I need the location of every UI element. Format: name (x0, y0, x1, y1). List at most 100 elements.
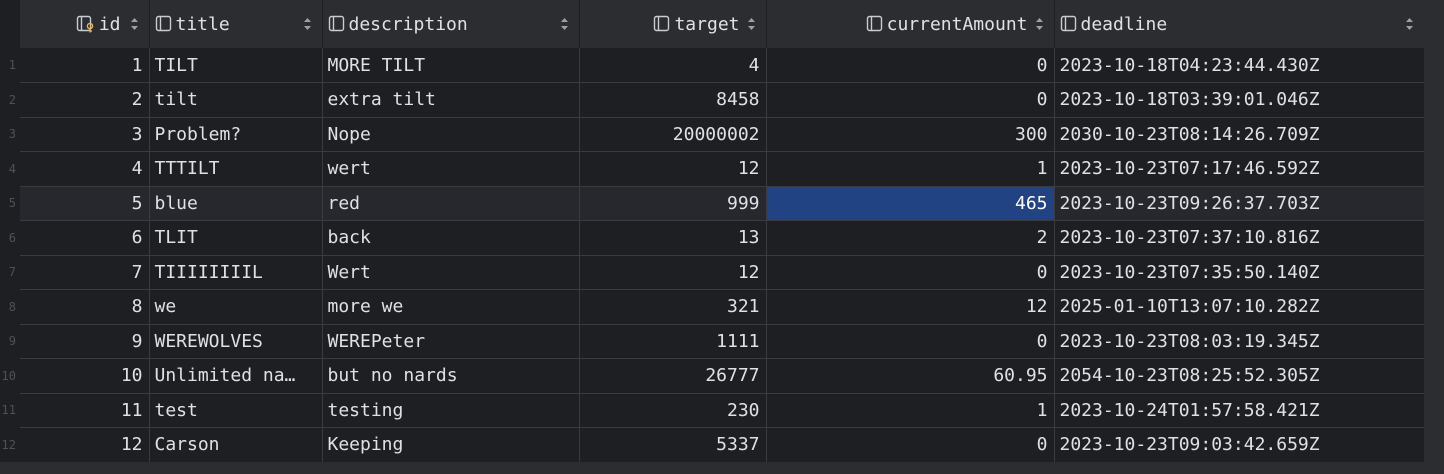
cell-title[interactable]: Unlimited na… (149, 358, 323, 394)
cell-target[interactable]: 230 (579, 393, 767, 428)
sort-icon[interactable] (747, 16, 756, 32)
cell-title[interactable]: tilt (149, 82, 323, 118)
sort-icon[interactable] (303, 16, 312, 32)
cell-id[interactable]: 3 (20, 117, 150, 152)
cell-title[interactable]: TLIT (149, 220, 323, 256)
horizontal-scrollbar[interactable] (0, 462, 1424, 474)
cell-currentamount[interactable]: 0 (766, 82, 1055, 118)
row-number[interactable]: 12 (0, 428, 16, 462)
row-number[interactable]: 2 (0, 83, 16, 117)
cell-deadline[interactable]: 2030-10-23T08:14:26.709Z (1054, 117, 1425, 152)
cell-target[interactable]: 321 (579, 289, 767, 325)
table-row[interactable]: 9 WEREWOLVES WEREPeter 1111 0 2023-10-23… (20, 324, 1425, 359)
row-number[interactable]: 11 (0, 393, 16, 427)
cell-deadline[interactable]: 2054-10-23T08:25:52.305Z (1054, 358, 1425, 394)
sort-icon[interactable] (1405, 16, 1414, 32)
cell-id[interactable]: 11 (20, 393, 150, 428)
column-header-id[interactable]: id (20, 0, 150, 48)
table-row[interactable]: 2 tilt extra tilt 8458 0 2023-10-18T03:3… (20, 82, 1425, 118)
cell-id[interactable]: 6 (20, 220, 150, 256)
cell-title[interactable]: test (149, 393, 323, 428)
row-number[interactable]: 6 (0, 221, 16, 255)
cell-id[interactable]: 9 (20, 324, 150, 359)
cell-deadline[interactable]: 2023-10-23T08:03:19.345Z (1054, 324, 1425, 359)
cell-id[interactable]: 8 (20, 289, 150, 325)
cell-target[interactable]: 4 (579, 48, 767, 83)
cell-description[interactable]: testing (322, 393, 580, 428)
cell-title[interactable]: TIIIIIIIIL (149, 255, 323, 290)
row-number[interactable]: 9 (0, 324, 16, 358)
cell-description[interactable]: Keeping (322, 427, 580, 463)
cell-id[interactable]: 2 (20, 82, 150, 118)
column-header-deadline[interactable]: deadline (1054, 0, 1425, 48)
cell-description[interactable]: back (322, 220, 580, 256)
cell-id[interactable]: 4 (20, 151, 150, 187)
cell-deadline[interactable]: 2023-10-23T07:35:50.140Z (1054, 255, 1425, 290)
cell-id[interactable]: 5 (20, 186, 150, 221)
cell-currentamount[interactable]: 1 (766, 151, 1055, 187)
cell-description[interactable]: but no nards (322, 358, 580, 394)
cell-target[interactable]: 8458 (579, 82, 767, 118)
sort-icon[interactable] (130, 16, 139, 32)
row-number[interactable]: 1 (0, 48, 16, 82)
cell-description[interactable]: wert (322, 151, 580, 187)
column-header-currentamount[interactable]: currentAmount (766, 0, 1055, 48)
table-row[interactable]: 8 we more we 321 12 2025-01-10T13:07:10.… (20, 289, 1425, 325)
cell-target[interactable]: 999 (579, 186, 767, 221)
cell-currentamount[interactable]: 12 (766, 289, 1055, 325)
cell-deadline[interactable]: 2023-10-23T09:03:42.659Z (1054, 427, 1425, 463)
cell-id[interactable]: 7 (20, 255, 150, 290)
cell-target[interactable]: 26777 (579, 358, 767, 394)
cell-id[interactable]: 1 (20, 48, 150, 83)
cell-deadline[interactable]: 2023-10-23T07:37:10.816Z (1054, 220, 1425, 256)
row-number[interactable]: 3 (0, 117, 16, 151)
cell-description[interactable]: red (322, 186, 580, 221)
cell-currentamount[interactable]: 0 (766, 324, 1055, 359)
cell-id[interactable]: 12 (20, 427, 150, 463)
row-number[interactable]: 7 (0, 255, 16, 289)
table-row[interactable]: 12 Carson Keeping 5337 0 2023-10-23T09:0… (20, 427, 1425, 463)
cell-description[interactable]: extra tilt (322, 82, 580, 118)
row-number[interactable]: 4 (0, 152, 16, 186)
cell-currentamount-selected[interactable]: 465 (766, 186, 1055, 221)
cell-target[interactable]: 5337 (579, 427, 767, 463)
cell-title[interactable]: Problem? (149, 117, 323, 152)
cell-currentamount[interactable]: 0 (766, 255, 1055, 290)
cell-title[interactable]: we (149, 289, 323, 325)
cell-id[interactable]: 10 (20, 358, 150, 394)
cell-deadline[interactable]: 2025-01-10T13:07:10.282Z (1054, 289, 1425, 325)
cell-title[interactable]: Carson (149, 427, 323, 463)
cell-deadline[interactable]: 2023-10-24T01:57:58.421Z (1054, 393, 1425, 428)
cell-currentamount[interactable]: 0 (766, 48, 1055, 83)
cell-description[interactable]: MORE TILT (322, 48, 580, 83)
cell-deadline[interactable]: 2023-10-23T07:17:46.592Z (1054, 151, 1425, 187)
table-row-selected[interactable]: 5 blue red 999 465 2023-10-23T09:26:37.7… (20, 186, 1425, 221)
cell-currentamount[interactable]: 0 (766, 427, 1055, 463)
sort-icon[interactable] (560, 16, 569, 32)
column-header-description[interactable]: description (322, 0, 580, 48)
cell-currentamount[interactable]: 2 (766, 220, 1055, 256)
table-row[interactable]: 10 Unlimited na… but no nards 26777 60.9… (20, 358, 1425, 394)
cell-target[interactable]: 12 (579, 255, 767, 290)
table-row[interactable]: 6 TLIT back 13 2 2023-10-23T07:37:10.816… (20, 220, 1425, 256)
column-header-title[interactable]: title (149, 0, 323, 48)
cell-title[interactable]: TTTILT (149, 151, 323, 187)
cell-target[interactable]: 12 (579, 151, 767, 187)
cell-target[interactable]: 20000002 (579, 117, 767, 152)
cell-title[interactable]: TILT (149, 48, 323, 83)
row-number[interactable]: 8 (0, 290, 16, 324)
cell-description[interactable]: WEREPeter (322, 324, 580, 359)
cell-target[interactable]: 1111 (579, 324, 767, 359)
cell-description[interactable]: Nope (322, 117, 580, 152)
cell-description[interactable]: more we (322, 289, 580, 325)
vertical-scrollbar[interactable] (1424, 0, 1444, 474)
cell-target[interactable]: 13 (579, 220, 767, 256)
cell-currentamount[interactable]: 300 (766, 117, 1055, 152)
cell-description[interactable]: Wert (322, 255, 580, 290)
cell-currentamount[interactable]: 1 (766, 393, 1055, 428)
table-row[interactable]: 4 TTTILT wert 12 1 2023-10-23T07:17:46.5… (20, 151, 1425, 187)
cell-deadline[interactable]: 2023-10-23T09:26:37.703Z (1054, 186, 1425, 221)
row-number[interactable]: 5 (0, 186, 16, 220)
table-row[interactable]: 3 Problem? Nope 20000002 300 2030-10-23T… (20, 117, 1425, 152)
table-row[interactable]: 1 TILT MORE TILT 4 0 2023-10-18T04:23:44… (20, 48, 1425, 83)
